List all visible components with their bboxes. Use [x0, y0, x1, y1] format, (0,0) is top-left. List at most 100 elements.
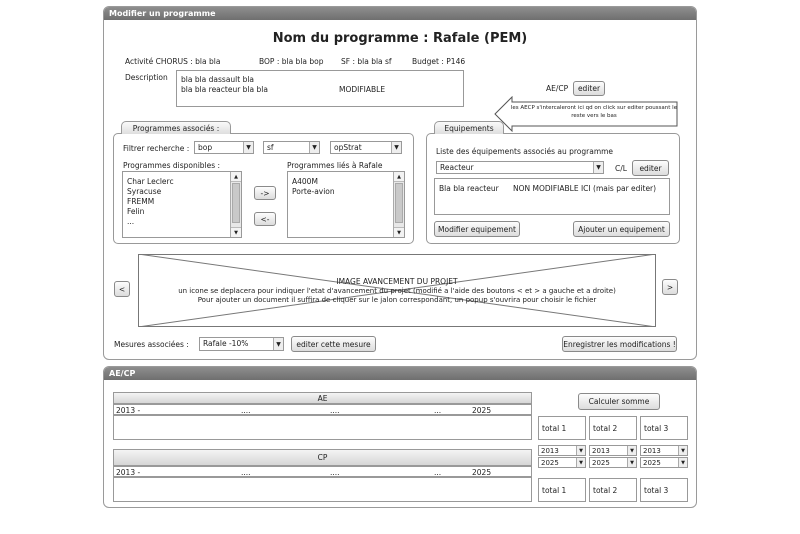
axis-dots: .... [241, 406, 251, 415]
aecp-edit-button[interactable]: editer [573, 81, 605, 96]
sf-value: SF : bla bla sf [341, 57, 392, 66]
remove-programme-button[interactable]: <- [254, 212, 276, 226]
avancement-description-2: Pour ajouter un document il suffira de c… [197, 296, 597, 304]
add-equipement-button[interactable]: Ajouter un equipement [573, 221, 670, 237]
next-step-button[interactable]: > [662, 279, 678, 295]
total-label: total 2 [593, 486, 618, 495]
cp-total-2: total 2 [589, 478, 637, 502]
equipement-detail-name: Bla bla reacteur [439, 184, 499, 193]
modify-equipement-button[interactable]: Modifier equipement [434, 221, 520, 237]
filter-sf-select[interactable]: sf ▼ [263, 141, 320, 154]
chevron-down-icon: ▼ [576, 458, 585, 467]
filter-bop-select[interactable]: bop ▼ [194, 141, 254, 154]
add-programme-button[interactable]: -> [254, 186, 276, 200]
tab-programmes-associes[interactable]: Programmes associés : [121, 121, 231, 134]
cp-grid-body[interactable] [113, 477, 532, 502]
total-label: total 2 [593, 424, 618, 433]
filter-opstrat-value: opStrat [334, 143, 362, 152]
total-label: total 3 [644, 424, 669, 433]
list-item[interactable]: Syracuse [127, 187, 161, 196]
description-field[interactable]: bla bla dassault bla bla bla reacteur bl… [176, 70, 464, 107]
bop-value: BOP : bla bla bop [259, 57, 324, 66]
year-value: 2013 [643, 447, 661, 455]
calculer-somme-button[interactable]: Calculer somme [578, 393, 660, 410]
axis-end: 2025 [472, 468, 492, 477]
ae-grid-body[interactable] [113, 415, 532, 440]
scroll-up-icon[interactable]: ▲ [231, 172, 241, 182]
axis-end: 2025 [472, 406, 492, 415]
chevron-down-icon: ▼ [576, 446, 585, 455]
list-item[interactable]: Char Leclerc [127, 177, 174, 186]
total-label: total 1 [542, 424, 567, 433]
chevron-down-icon: ▼ [678, 458, 687, 467]
description-line-1: bla bla dassault bla [181, 75, 255, 84]
scroll-thumb[interactable] [232, 183, 240, 223]
list-item[interactable]: Felin [127, 207, 144, 216]
year-start-select-3[interactable]: 2013 ▼ [640, 445, 688, 456]
panel-header: Modifier un programme [104, 7, 696, 20]
filter-label: Filtrer recherche : [123, 144, 190, 153]
chevron-down-icon: ▼ [593, 162, 603, 173]
programmes-disponibles-list[interactable]: Char Leclerc Syracuse FREMM Felin ... ▲ … [122, 171, 242, 238]
year-value: 2025 [643, 459, 661, 467]
axis-dots: .... [330, 468, 340, 477]
budget-value: Budget : P146 [412, 57, 466, 66]
year-start-select-1[interactable]: 2013 ▼ [538, 445, 586, 456]
equipement-selected-value: Reacteur [440, 163, 474, 172]
year-end-select-2[interactable]: 2025 ▼ [589, 457, 637, 468]
axis-dots: ... [434, 406, 442, 415]
chevron-down-icon: ▼ [243, 142, 253, 153]
scrollbar[interactable]: ▲ ▼ [393, 172, 404, 237]
edit-mesure-button[interactable]: editer cette mesure [291, 336, 376, 352]
year-value: 2025 [592, 459, 610, 467]
mesure-select[interactable]: Rafale -10% ▼ [199, 337, 284, 351]
total-label: total 3 [644, 486, 669, 495]
save-modifications-button[interactable]: Enregistrer les modifications ! [562, 336, 677, 352]
year-start-select-2[interactable]: 2013 ▼ [589, 445, 637, 456]
cl-label: C/L [615, 164, 627, 173]
aecp-callout-text: les AECP s'intercaleront ici qd on click… [510, 105, 678, 119]
scroll-thumb[interactable] [395, 183, 403, 223]
programmes-lies-list[interactable]: A400M Porte-avion ▲ ▼ [287, 171, 405, 238]
description-label: Description [125, 73, 168, 82]
axis-start: 2013 - [116, 468, 141, 477]
axis-dots: .... [330, 406, 340, 415]
equipement-detail-box: Bla bla reacteur NON MODIFIABLE ICI (mai… [434, 178, 670, 215]
chevron-down-icon: ▼ [627, 446, 636, 455]
avancement-description-1: un icone se deplacera pour indiquer l'et… [178, 287, 616, 295]
programmes-lies-label: Programmes liés à Rafale [287, 161, 383, 170]
aecp-label: AE/CP [546, 84, 569, 93]
axis-start: 2013 - [116, 406, 141, 415]
equipements-list-label: Liste des équipements associés au progra… [436, 147, 614, 156]
filter-sf-value: sf [267, 143, 274, 152]
chevron-down-icon: ▼ [678, 446, 687, 455]
list-item[interactable]: A400M [292, 177, 318, 186]
scroll-down-icon[interactable]: ▼ [231, 227, 241, 237]
previous-step-button[interactable]: < [114, 281, 130, 297]
ae-grid-title: AE [113, 392, 532, 404]
scrollbar[interactable]: ▲ ▼ [230, 172, 241, 237]
list-item[interactable]: FREMM [127, 197, 154, 206]
list-item[interactable]: Porte-avion [292, 187, 335, 196]
scroll-down-icon[interactable]: ▼ [394, 227, 404, 237]
page-title: Nom du programme : Rafale (PEM) [272, 31, 528, 46]
axis-dots: .... [241, 468, 251, 477]
tab-equipements[interactable]: Equipements [434, 121, 504, 134]
equipement-select[interactable]: Reacteur ▼ [436, 161, 604, 174]
year-end-select-1[interactable]: 2025 ▼ [538, 457, 586, 468]
description-modifiable: MODIFIABLE [339, 85, 386, 94]
description-line-2: bla bla reacteur bla bla [181, 85, 268, 94]
list-item[interactable]: ... [127, 217, 134, 226]
ae-total-3: total 3 [640, 416, 688, 440]
filter-opstrat-select[interactable]: opStrat ▼ [330, 141, 402, 154]
ae-grid-axis: 2013 - .... .... ... 2025 [113, 404, 532, 415]
year-end-select-3[interactable]: 2025 ▼ [640, 457, 688, 468]
equipement-edit-button[interactable]: editer [632, 160, 669, 176]
avancement-title: IMAGE AVANCEMENT DU PROJET [336, 277, 458, 286]
programmes-disponibles-label: Programmes disponibles : [123, 161, 221, 170]
chevron-down-icon: ▼ [391, 142, 401, 153]
scroll-up-icon[interactable]: ▲ [394, 172, 404, 182]
year-value: 2025 [541, 459, 559, 467]
year-value: 2013 [592, 447, 610, 455]
panel-header: AE/CP [104, 367, 696, 380]
